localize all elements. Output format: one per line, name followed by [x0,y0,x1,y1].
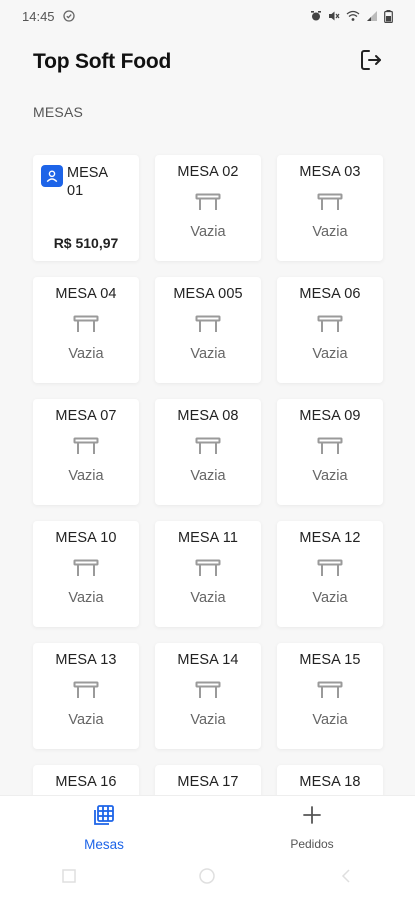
table-status: Vazia [312,468,348,484]
table-amount: R$ 510,97 [53,235,119,251]
table-card[interactable]: MESA 07 Vazia [33,399,139,505]
table-icon [317,315,343,333]
table-status: Vazia [190,224,226,240]
section-label: MESAS [33,104,84,120]
table-status: Vazia [190,712,226,728]
table-status: Vazia [68,346,104,362]
table-name: MESA 13 [55,652,117,668]
tables-grid-icon [93,804,115,831]
logout-icon [359,48,383,77]
table-icon [195,559,221,577]
table-icon [317,681,343,699]
table-status: Vazia [190,468,226,484]
table-name: MESA 07 [55,408,117,424]
status-bar: 14:45 [0,0,415,32]
table-icon [73,437,99,455]
table-name: MESA 02 [177,164,239,180]
table-icon [73,315,99,333]
plus-icon [301,804,323,831]
signal-icon [366,10,378,22]
table-card[interactable]: MESA 005 Vazia [155,277,261,383]
table-status: Vazia [190,346,226,362]
system-nav-bar [0,860,415,896]
nav-label-pedidos: Pedidos [290,837,334,851]
table-card[interactable]: MESA 11 Vazia [155,521,261,627]
tables-grid: MESA 01 R$ 510,97 MESA 02 Vazia MESA 03 Vazia… [33,155,383,871]
app-header: Top Soft Food [0,40,415,84]
mute-icon [328,10,340,22]
table-name: MESA 16 [55,774,117,790]
table-name: MESA 06 [299,286,361,302]
table-icon [317,559,343,577]
alarm-icon [310,10,322,22]
table-status: Vazia [68,590,104,606]
table-card[interactable]: MESA 14 Vazia [155,643,261,749]
table-status: Vazia [312,712,348,728]
table-name: MESA 09 [299,408,361,424]
table-name: MESA 11 [177,530,239,546]
table-name: MESA 14 [177,652,239,668]
table-card[interactable]: MESA 01 R$ 510,97 [33,155,139,261]
table-card[interactable]: MESA 02 Vazia [155,155,261,261]
table-card[interactable]: MESA 13 Vazia [33,643,139,749]
table-name: MESA 10 [55,530,117,546]
table-icon [195,681,221,699]
table-status: Vazia [312,590,348,606]
table-icon [317,437,343,455]
app-title: Top Soft Food [33,50,172,73]
table-name: MESA 04 [55,286,117,302]
table-icon [195,193,221,211]
table-card[interactable]: MESA 09 Vazia [277,399,383,505]
table-card[interactable]: MESA 08 Vazia [155,399,261,505]
table-name: MESA 03 [299,164,361,180]
table-status: Vazia [68,712,104,728]
table-card[interactable]: MESA 04 Vazia [33,277,139,383]
nav-tab-pedidos[interactable]: Pedidos [252,804,372,851]
table-name: MESA 15 [299,652,361,668]
status-time: 14:45 [22,8,55,24]
nav-tab-mesas[interactable]: Mesas [44,804,164,852]
table-card[interactable]: MESA 06 Vazia [277,277,383,383]
table-status: Vazia [312,346,348,362]
table-status: Vazia [190,590,226,606]
table-name: MESA 17 [177,774,239,790]
table-card[interactable]: MESA 03 Vazia [277,155,383,261]
table-status: Vazia [68,468,104,484]
home-icon[interactable] [198,867,216,890]
table-icon [195,315,221,333]
table-card[interactable]: MESA 10 Vazia [33,521,139,627]
table-card[interactable]: MESA 12 Vazia [277,521,383,627]
wifi-icon [346,10,360,22]
table-card[interactable]: MESA 15 Vazia [277,643,383,749]
person-icon [41,165,63,187]
logout-button[interactable] [357,48,385,76]
table-name: MESA 08 [177,408,239,424]
shield-check-icon [62,10,75,22]
table-icon [195,437,221,455]
table-icon [73,559,99,577]
table-name: MESA 18 [299,774,361,790]
table-icon [73,681,99,699]
battery-icon [384,9,393,23]
table-name: MESA 005 [173,286,243,302]
recent-apps-icon[interactable] [61,868,77,889]
back-icon[interactable] [338,868,354,889]
table-name: MESA 12 [299,530,361,546]
nav-label-mesas: Mesas [84,837,124,852]
table-status: Vazia [312,224,348,240]
table-icon [317,193,343,211]
table-name: MESA 01 [67,165,108,199]
